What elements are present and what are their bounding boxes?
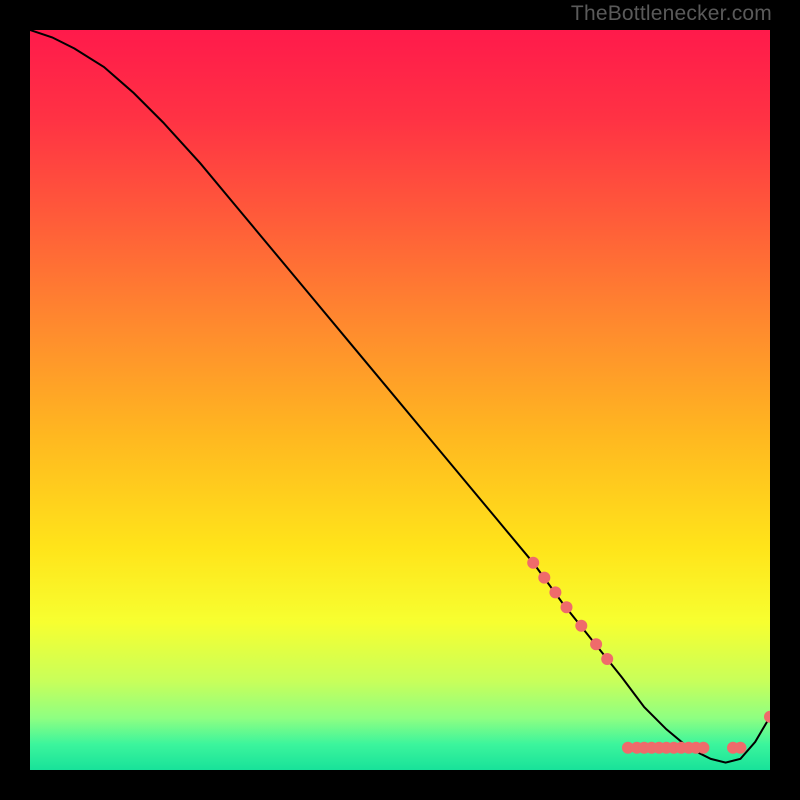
chart-frame: TheBottlenecker.com bbox=[0, 0, 800, 800]
highlight-dot bbox=[538, 572, 550, 584]
highlight-dot bbox=[561, 601, 573, 613]
highlight-dot bbox=[590, 638, 602, 650]
highlight-dot bbox=[549, 586, 561, 598]
highlight-dot bbox=[734, 742, 746, 754]
highlight-dot bbox=[601, 653, 613, 665]
chart-svg bbox=[30, 30, 770, 770]
watermark-text: TheBottlenecker.com bbox=[571, 2, 772, 26]
gradient-background bbox=[30, 30, 770, 770]
plot-area bbox=[30, 30, 770, 770]
highlight-dot bbox=[527, 557, 539, 569]
highlight-dot bbox=[697, 742, 709, 754]
highlight-dot bbox=[575, 620, 587, 632]
